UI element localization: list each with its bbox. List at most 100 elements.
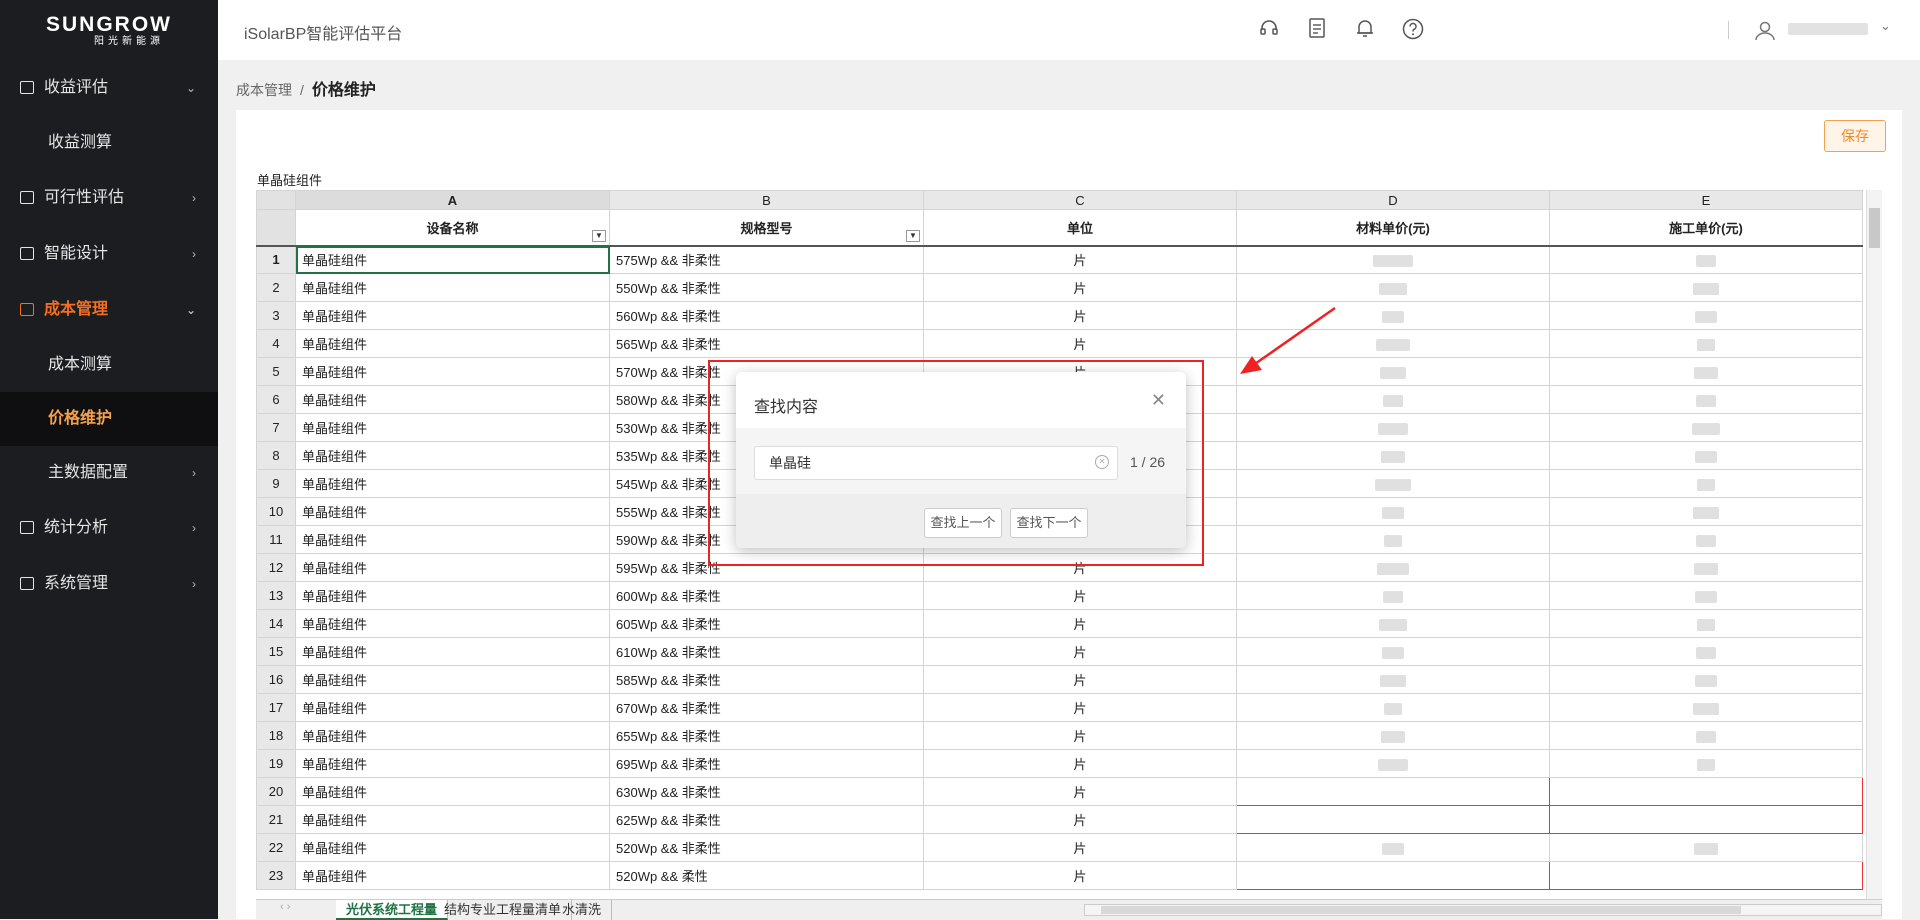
sidebar-item-9[interactable]: 系统管理 ›: [0, 556, 218, 612]
row-number[interactable]: 14: [256, 609, 296, 638]
table-header-cell[interactable]: 施工单价(元): [1549, 209, 1863, 247]
row-number[interactable]: 17: [256, 693, 296, 722]
table-cell-unit[interactable]: 片: [923, 581, 1237, 610]
table-cell-name[interactable]: 单晶硅组件: [295, 413, 610, 442]
table-cell-name[interactable]: 单晶硅组件: [295, 581, 610, 610]
bell-icon[interactable]: [1354, 18, 1376, 40]
table-cell-labor-price[interactable]: [1549, 497, 1863, 526]
table-cell-spec[interactable]: 520Wp && 柔性: [609, 861, 924, 890]
sheet-tab[interactable]: 水清洗: [552, 900, 613, 920]
row-number[interactable]: 21: [256, 805, 296, 834]
row-number[interactable]: 20: [256, 777, 296, 806]
table-cell-spec[interactable]: 625Wp && 非柔性: [609, 805, 924, 834]
clear-input-icon[interactable]: ✕: [1095, 455, 1109, 469]
table-cell-spec[interactable]: 605Wp && 非柔性: [609, 609, 924, 638]
table-cell-material-price[interactable]: [1236, 693, 1550, 722]
row-number[interactable]: 3: [256, 301, 296, 330]
table-cell-labor-price[interactable]: [1549, 749, 1863, 778]
table-cell-material-price[interactable]: [1236, 385, 1550, 414]
sidebar-item-8[interactable]: 统计分析 ›: [0, 500, 218, 556]
sidebar-item-5[interactable]: 成本测算: [0, 338, 218, 392]
filter-dropdown-icon[interactable]: ▼: [906, 229, 920, 242]
table-cell-name[interactable]: 单晶硅组件: [295, 357, 610, 386]
table-cell-material-price[interactable]: [1236, 833, 1550, 862]
table-cell-labor-price[interactable]: [1549, 245, 1863, 274]
close-icon[interactable]: ✕: [1151, 390, 1166, 411]
table-cell-name[interactable]: 单晶硅组件: [295, 693, 610, 722]
row-number[interactable]: 13: [256, 581, 296, 610]
table-cell-name[interactable]: 单晶硅组件: [295, 525, 610, 554]
table-cell-spec[interactable]: 695Wp && 非柔性: [609, 749, 924, 778]
table-cell-name[interactable]: 单晶硅组件: [295, 273, 610, 302]
table-cell-unit[interactable]: 片: [923, 805, 1237, 834]
row-number[interactable]: 15: [256, 637, 296, 666]
table-cell-labor-price[interactable]: [1549, 833, 1863, 862]
save-button[interactable]: 保存: [1824, 120, 1886, 152]
sidebar-item-4[interactable]: 成本管理 ⌄: [0, 282, 218, 338]
scroll-thumb[interactable]: [1869, 208, 1880, 248]
table-cell-labor-price[interactable]: [1549, 525, 1863, 554]
scroll-thumb[interactable]: [1101, 906, 1741, 914]
column-header[interactable]: B: [609, 190, 924, 210]
document-icon[interactable]: [1306, 18, 1328, 40]
table-cell-unit[interactable]: 片: [923, 833, 1237, 862]
table-cell-spec[interactable]: 595Wp && 非柔性: [609, 553, 924, 582]
sheet-tab[interactable]: 光伏系统工程量: [336, 900, 449, 920]
table-cell-unit[interactable]: 片: [923, 777, 1237, 806]
table-cell-spec[interactable]: 520Wp && 非柔性: [609, 833, 924, 862]
table-cell-labor-price[interactable]: [1549, 357, 1863, 386]
row-number[interactable]: 7: [256, 413, 296, 442]
table-cell-material-price[interactable]: [1236, 553, 1550, 582]
find-next-button[interactable]: 查找下一个: [1010, 508, 1088, 538]
table-cell-unit[interactable]: 片: [923, 273, 1237, 302]
table-cell-name[interactable]: 单晶硅组件: [295, 469, 610, 498]
column-header[interactable]: C: [923, 190, 1237, 210]
sidebar-item-0[interactable]: 收益评估 ⌄: [0, 60, 218, 116]
user-name[interactable]: [1788, 23, 1868, 35]
table-cell-name[interactable]: 单晶硅组件: [295, 245, 610, 274]
find-input-box[interactable]: ✕: [754, 446, 1118, 480]
table-cell-name[interactable]: 单晶硅组件: [295, 833, 610, 862]
table-cell-unit[interactable]: 片: [923, 329, 1237, 358]
table-cell-name[interactable]: 单晶硅组件: [295, 609, 610, 638]
table-cell-unit[interactable]: 片: [923, 637, 1237, 666]
table-cell-labor-price[interactable]: [1549, 301, 1863, 330]
table-cell-labor-price[interactable]: [1549, 637, 1863, 666]
table-cell-unit[interactable]: 片: [923, 721, 1237, 750]
sidebar-item-7[interactable]: 主数据配置 ›: [0, 446, 218, 500]
filter-dropdown-icon[interactable]: ▼: [592, 229, 606, 242]
table-cell-material-price[interactable]: [1236, 357, 1550, 386]
row-number[interactable]: 23: [256, 861, 296, 890]
table-cell-name[interactable]: 单晶硅组件: [295, 805, 610, 834]
row-number[interactable]: 1: [256, 245, 296, 274]
help-icon[interactable]: [1402, 18, 1424, 40]
table-cell-labor-price[interactable]: [1549, 469, 1863, 498]
table-cell-material-price[interactable]: [1236, 749, 1550, 778]
table-cell-spec[interactable]: 600Wp && 非柔性: [609, 581, 924, 610]
table-cell-labor-price[interactable]: [1549, 665, 1863, 694]
row-number[interactable]: 11: [256, 525, 296, 554]
table-cell-material-price[interactable]: [1236, 609, 1550, 638]
table-cell-spec[interactable]: 610Wp && 非柔性: [609, 637, 924, 666]
spreadsheet[interactable]: A B C D E 设备名称 ▼ 规格型号 ▼ 单位 材料单价(元) 施工单价(元) 1 单晶硅组件 575…: [256, 190, 1882, 920]
table-cell-labor-price[interactable]: [1549, 385, 1863, 414]
table-cell-spec[interactable]: 585Wp && 非柔性: [609, 665, 924, 694]
table-cell-labor-price[interactable]: [1549, 609, 1863, 638]
tab-nav-arrows[interactable]: ‹ ›: [280, 901, 290, 913]
breadcrumb-parent[interactable]: 成本管理: [236, 82, 292, 98]
table-cell-name[interactable]: 单晶硅组件: [295, 721, 610, 750]
find-prev-button[interactable]: 查找上一个: [924, 508, 1002, 538]
table-cell-material-price[interactable]: [1236, 581, 1550, 610]
table-cell-labor-price[interactable]: [1549, 273, 1863, 302]
column-header[interactable]: A: [295, 190, 610, 210]
row-number[interactable]: 8: [256, 441, 296, 470]
table-cell-unit[interactable]: 片: [923, 665, 1237, 694]
table-cell-name[interactable]: 单晶硅组件: [295, 329, 610, 358]
table-cell-unit[interactable]: 片: [923, 861, 1237, 890]
table-header-cell[interactable]: 规格型号 ▼: [609, 209, 924, 247]
row-number[interactable]: 9: [256, 469, 296, 498]
table-cell-unit[interactable]: 片: [923, 609, 1237, 638]
row-number[interactable]: 22: [256, 833, 296, 862]
table-cell-spec[interactable]: 630Wp && 非柔性: [609, 777, 924, 806]
table-cell-labor-price[interactable]: [1549, 329, 1863, 358]
